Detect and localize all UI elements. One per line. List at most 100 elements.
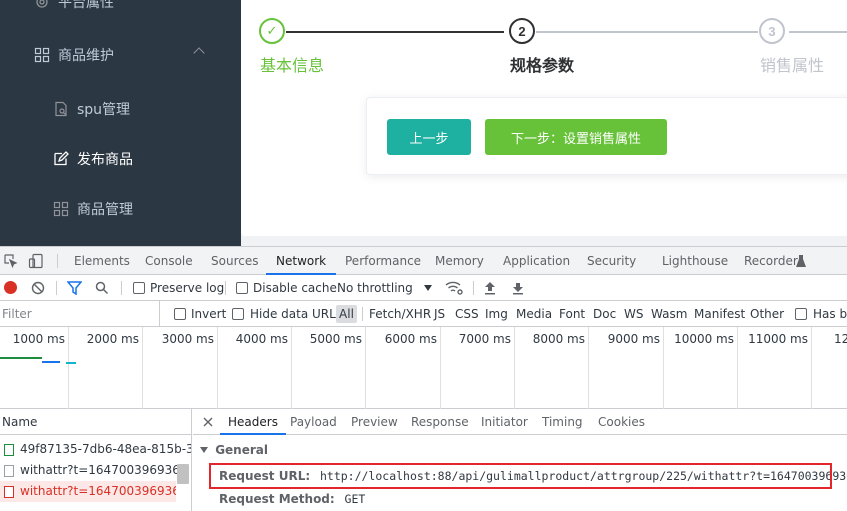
network-timeline[interactable]: 1000 ms 2000 ms 3000 ms 4000 ms 5000 ms …	[0, 327, 847, 409]
sidebar-item-spu-manage[interactable]: spu管理	[0, 89, 241, 129]
divider	[56, 281, 57, 295]
prev-step-button[interactable]: 上一步	[387, 119, 471, 155]
sidebar-item-label: 商品管理	[77, 202, 133, 218]
divider	[362, 307, 363, 321]
app-area: 平台属性 商品维护 spu管理 发布商品 商品管理 ✓ 基本信息 2 规格参数 …	[0, 0, 847, 246]
sidebar: 平台属性 商品维护 spu管理 发布商品 商品管理	[0, 0, 241, 246]
tab-response[interactable]: Response	[411, 409, 469, 435]
timeline-tick: 10000 ms	[664, 327, 738, 409]
filter-type-img[interactable]: Img	[485, 301, 508, 327]
request-name: withattr?t=1647003969365	[20, 463, 188, 477]
filter-type-manifest[interactable]: Manifest	[694, 301, 745, 327]
step-connector	[286, 31, 504, 33]
tab-lighthouse[interactable]: Lighthouse	[662, 247, 728, 275]
sidebar-item-label: spu管理	[77, 102, 131, 118]
caret-down-icon[interactable]	[424, 285, 432, 291]
name-column-header[interactable]: Name	[0, 409, 191, 435]
tab-application[interactable]: Application	[503, 247, 570, 275]
wifi-settings-icon[interactable]	[445, 280, 463, 299]
preserve-log-label: Preserve log	[150, 281, 225, 295]
tab-security[interactable]: Security	[587, 247, 636, 275]
flask-icon	[796, 255, 806, 270]
filter-type-doc[interactable]: Doc	[593, 301, 616, 327]
preserve-log-checkbox[interactable]	[133, 282, 145, 294]
file-icon	[4, 444, 14, 456]
sidebar-item-label: 发布商品	[77, 152, 133, 168]
step-actions: 上一步 下一步：设置销售属性	[366, 97, 847, 175]
throttling-select[interactable]: No throttling	[337, 275, 413, 301]
filter-type-fetch-xhr[interactable]: Fetch/XHR	[369, 301, 431, 327]
disable-cache-checkbox[interactable]	[236, 282, 248, 294]
tick-label: 9000 ms	[607, 332, 660, 346]
close-icon[interactable]	[203, 416, 213, 430]
tab-cookies[interactable]: Cookies	[598, 409, 645, 435]
sidebar-item-platform-attr[interactable]: 平台属性	[0, 0, 241, 22]
divider	[121, 281, 122, 295]
clear-icon[interactable]	[31, 281, 45, 298]
filter-type-js[interactable]: JS	[434, 301, 445, 327]
file-icon	[4, 486, 14, 498]
sidebar-item-product-manage[interactable]: 商品管理	[0, 189, 241, 229]
tab-preview[interactable]: Preview	[351, 409, 398, 435]
sidebar-item-label: 商品维护	[58, 48, 114, 64]
filter-type-all[interactable]: All	[336, 305, 357, 323]
tick-label: 8000 ms	[532, 332, 585, 346]
step-number: 2	[509, 18, 535, 44]
timeline-tick: 2000 ms	[69, 327, 143, 409]
hide-data-urls-checkbox[interactable]	[232, 308, 244, 320]
filter-type-other[interactable]: Other	[750, 301, 784, 327]
invert-checkbox[interactable]	[174, 308, 186, 320]
invert-label: Invert	[191, 307, 227, 321]
tab-headers[interactable]: Headers	[220, 409, 286, 435]
tab-recorder[interactable]: Recorder	[744, 247, 798, 275]
record-icon[interactable]	[4, 281, 17, 294]
scrollbar[interactable]	[177, 464, 189, 484]
devtools-panel: Elements Console Sources Network Perform…	[0, 246, 847, 511]
filter-input[interactable]: Filter	[2, 301, 160, 327]
tab-network[interactable]: Network	[266, 247, 337, 275]
network-toolbar: Preserve log Disable cache No throttling	[0, 275, 847, 301]
edit-icon	[53, 151, 69, 167]
inspect-icon[interactable]	[4, 254, 18, 271]
filter-icon[interactable]	[66, 281, 83, 298]
next-step-button[interactable]: 下一步：设置销售属性	[485, 119, 667, 155]
general-section-header[interactable]: General	[200, 443, 268, 457]
tab-sources[interactable]: Sources	[211, 247, 258, 275]
request-row[interactable]: withattr?t=1647003969365	[0, 481, 176, 502]
divider	[225, 281, 226, 295]
search-icon[interactable]	[95, 281, 109, 298]
tab-performance[interactable]: Performance	[345, 247, 421, 275]
file-icon	[4, 465, 14, 477]
filter-type-font[interactable]: Font	[559, 301, 585, 327]
sidebar-item-publish-product[interactable]: 发布商品	[0, 139, 241, 179]
step-connector	[536, 31, 758, 33]
annotation-highlight	[209, 463, 832, 489]
tab-elements[interactable]: Elements	[74, 247, 130, 275]
tab-memory[interactable]: Memory	[435, 247, 484, 275]
request-detail: Headers Payload Preview Response Initiat…	[193, 409, 847, 511]
tab-initiator[interactable]: Initiator	[481, 409, 528, 435]
timeline-tick: 4000 ms	[218, 327, 292, 409]
request-row[interactable]: 49f87135-7db6-48ea-815b-3...	[0, 439, 191, 460]
disable-cache-label: Disable cache	[253, 281, 337, 295]
filter-type-media[interactable]: Media	[516, 301, 552, 327]
filter-type-css[interactable]: CSS	[455, 301, 479, 327]
tab-payload[interactable]: Payload	[290, 409, 337, 435]
tab-console[interactable]: Console	[145, 247, 193, 275]
tick-label: 7000 ms	[458, 332, 511, 346]
filter-type-wasm[interactable]: Wasm	[651, 301, 687, 327]
tick-label: 3000 ms	[161, 332, 214, 346]
upload-icon[interactable]	[484, 281, 496, 298]
filter-type-ws[interactable]: WS	[624, 301, 643, 327]
sidebar-item-product-maintain[interactable]: 商品维护	[0, 35, 241, 75]
step-title: 销售属性	[760, 56, 825, 75]
timeline-bar	[0, 357, 42, 359]
tab-timing[interactable]: Timing	[542, 409, 583, 435]
grid-icon	[34, 47, 50, 63]
has-blocked-cookies-checkbox[interactable]	[795, 308, 807, 320]
request-row[interactable]: withattr?t=1647003969365	[0, 460, 191, 481]
device-toolbar-icon[interactable]	[28, 253, 44, 272]
download-icon[interactable]	[512, 281, 524, 298]
document-search-icon	[53, 101, 69, 117]
devtools-tab-bar: Elements Console Sources Network Perform…	[0, 247, 847, 275]
